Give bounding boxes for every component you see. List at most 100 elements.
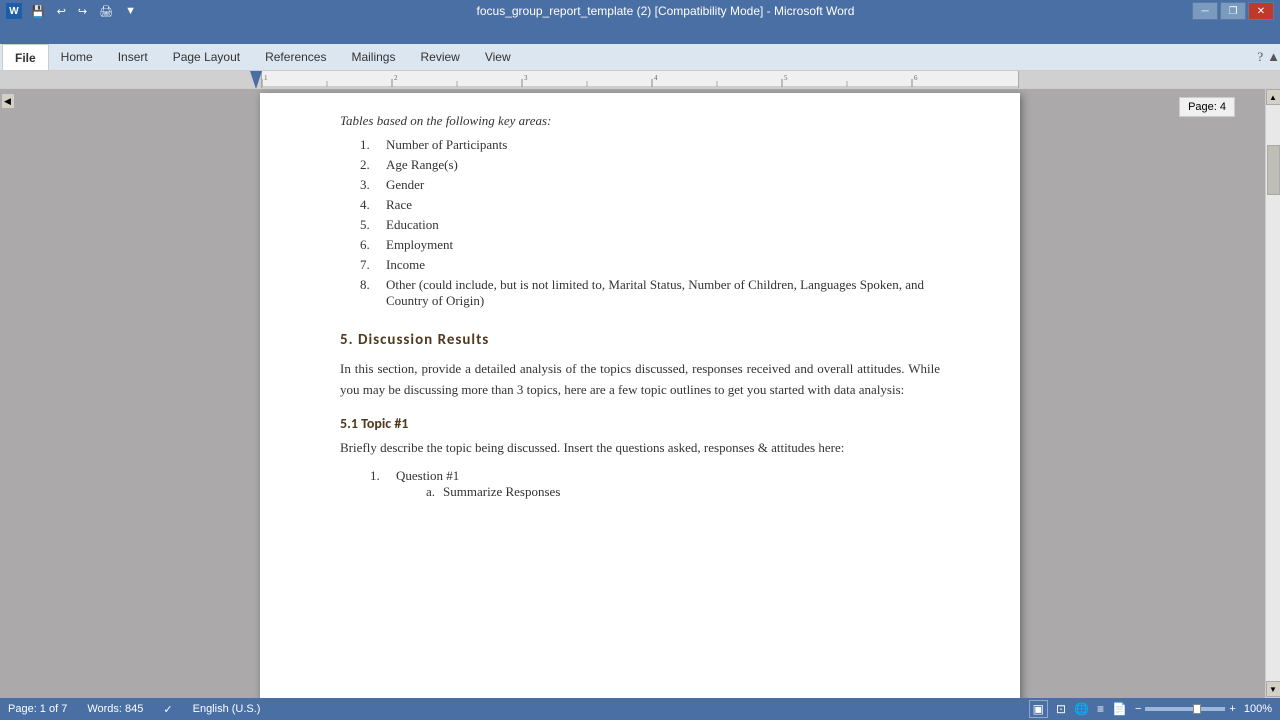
list-text: Employment <box>386 237 453 253</box>
section51-body: Briefly describe the topic being discuss… <box>340 438 940 459</box>
list-num: 6. <box>360 237 378 253</box>
list-item: 1. Number of Participants <box>360 137 940 153</box>
zoom-thumb[interactable] <box>1193 704 1201 714</box>
left-sidebar: ◀ <box>0 89 15 698</box>
tab-references[interactable]: References <box>253 44 339 70</box>
question-text: Question #1 <box>396 468 459 483</box>
right-scrollbar: ▲ ▼ <box>1265 89 1280 698</box>
save-button[interactable]: 💾 <box>28 4 48 19</box>
svg-text:4: 4 <box>654 74 658 82</box>
customize-button[interactable]: ▼ <box>122 4 139 18</box>
view-outline[interactable]: ≡ <box>1097 702 1104 716</box>
tab-mailings[interactable]: Mailings <box>339 44 408 70</box>
minimize-button[interactable]: ─ <box>1192 2 1218 20</box>
ribbon: File Home Insert Page Layout References … <box>0 44 1280 71</box>
list-item: 8. Other (could include, but is not limi… <box>360 277 940 309</box>
top-bar: W 💾 ↩ ↪ 🖨 ▼ focus_group_report_template … <box>0 0 1280 44</box>
section5-body: In this section, provide a detailed anal… <box>340 359 940 401</box>
list-num: 8. <box>360 277 378 309</box>
sub-text: Summarize Responses <box>443 484 560 500</box>
list-text: Number of Participants <box>386 137 507 153</box>
undo-button[interactable]: ↩ <box>54 4 69 19</box>
list-num: 4. <box>360 197 378 213</box>
list-item: 3. Gender <box>360 177 940 193</box>
list-text: Gender <box>386 177 424 193</box>
ruler: 1 2 3 4 5 6 <box>0 71 1280 89</box>
title-text: focus_group_report_template (2) [Compati… <box>477 4 855 18</box>
tab-page-layout[interactable]: Page Layout <box>161 44 253 70</box>
sub-list-num: 1. <box>370 468 388 502</box>
list-num: 3. <box>360 177 378 193</box>
zoom-in-button[interactable]: + <box>1229 703 1235 715</box>
window-title: focus_group_report_template (2) [Compati… <box>139 0 1192 22</box>
quick-access-toolbar: W 💾 ↩ ↪ 🖨 ▼ focus_group_report_template … <box>0 0 1280 22</box>
restore-button[interactable]: ❐ <box>1220 2 1246 20</box>
question-list: 1. Question #1 a. Summarize Responses <box>370 468 940 502</box>
list-text: Income <box>386 257 425 273</box>
scroll-down-button[interactable]: ▼ <box>1266 681 1280 697</box>
view-print-layout[interactable]: ▣ <box>1029 700 1048 718</box>
sub-list-item: 1. Question #1 a. Summarize Responses <box>370 468 940 502</box>
view-web-layout[interactable]: 🌐 <box>1074 702 1089 716</box>
page-count: Page: 1 of 7 <box>8 703 67 715</box>
zoom-level: 100% <box>1244 703 1272 715</box>
tab-review[interactable]: Review <box>408 44 472 70</box>
list-item: 6. Employment <box>360 237 940 253</box>
sub-sub-item: a. Summarize Responses <box>426 484 560 500</box>
doc-scroll-area: Page: 4 Tables based on the following ke… <box>15 89 1265 698</box>
status-bar: Page: 1 of 7 Words: 845 ✓ English (U.S.)… <box>0 698 1280 720</box>
ribbon-minimize[interactable]: ▲ <box>1267 49 1280 65</box>
ribbon-tabs: File Home Insert Page Layout References … <box>0 44 1280 70</box>
list-text: Race <box>386 197 412 213</box>
tab-home[interactable]: Home <box>49 44 106 70</box>
list-num: 2. <box>360 157 378 173</box>
word-count: Words: 845 <box>87 703 143 715</box>
list-item: 7. Income <box>360 257 940 273</box>
list-num: 1. <box>360 137 378 153</box>
print-button[interactable]: 🖨 <box>96 4 116 19</box>
ribbon-help[interactable]: ? <box>1257 49 1263 65</box>
section5-heading-text: 5. Discussion Results <box>340 331 489 349</box>
list-item: 4. Race <box>360 197 940 213</box>
redo-button[interactable]: ↪ <box>75 4 90 19</box>
view-full-screen[interactable]: ⊡ <box>1056 702 1066 716</box>
intro-text: Tables based on the following key areas: <box>340 113 940 129</box>
status-right: ▣ ⊡ 🌐 ≡ 📄 − + 100% <box>1029 700 1272 718</box>
svg-text:3: 3 <box>524 74 528 82</box>
sub-letter: a. <box>426 484 435 500</box>
ruler-left-margin <box>0 71 262 88</box>
spell-check-icon[interactable]: ✓ <box>163 703 172 716</box>
section5-body-text: In this section, provide a detailed anal… <box>340 361 940 397</box>
zoom-control: − + 100% <box>1135 703 1272 715</box>
list-text: Education <box>386 217 439 233</box>
section51-heading: 5.1 Topic #1 <box>340 415 940 432</box>
zoom-out-button[interactable]: − <box>1135 703 1141 715</box>
list-text: Age Range(s) <box>386 157 458 173</box>
tab-view[interactable]: View <box>473 44 524 70</box>
svg-text:5: 5 <box>784 74 788 82</box>
key-areas-list: 1. Number of Participants 2. Age Range(s… <box>360 137 940 309</box>
scroll-up-button[interactable]: ▲ <box>1266 89 1280 105</box>
document-page: Tables based on the following key areas:… <box>260 93 1020 698</box>
page-indicator: Page: 4 <box>1179 97 1235 117</box>
sub-sub-list: a. Summarize Responses <box>426 484 560 500</box>
svg-text:2: 2 <box>394 74 398 82</box>
ruler-content: 1 2 3 4 5 6 <box>262 71 1018 88</box>
tab-file[interactable]: File <box>2 44 49 70</box>
section5-heading: 5. Discussion Results <box>340 331 940 349</box>
list-num: 7. <box>360 257 378 273</box>
page-indicator-text: Page: 4 <box>1188 101 1226 113</box>
tab-insert[interactable]: Insert <box>106 44 161 70</box>
list-text: Other (could include, but is not limited… <box>386 277 940 309</box>
view-draft[interactable]: 📄 <box>1112 702 1127 716</box>
close-button[interactable]: ✕ <box>1248 2 1274 20</box>
left-scroll-top[interactable]: ◀ <box>1 93 15 109</box>
scroll-thumb[interactable] <box>1267 145 1280 195</box>
main-area: ◀ Page: 4 Tables based on the following … <box>0 89 1280 698</box>
svg-text:6: 6 <box>914 74 918 82</box>
window-controls: ─ ❐ ✕ <box>1192 2 1274 20</box>
scroll-track[interactable] <box>1266 105 1280 681</box>
list-item: 2. Age Range(s) <box>360 157 940 173</box>
language: English (U.S.) <box>193 703 261 715</box>
zoom-slider[interactable] <box>1145 707 1225 711</box>
